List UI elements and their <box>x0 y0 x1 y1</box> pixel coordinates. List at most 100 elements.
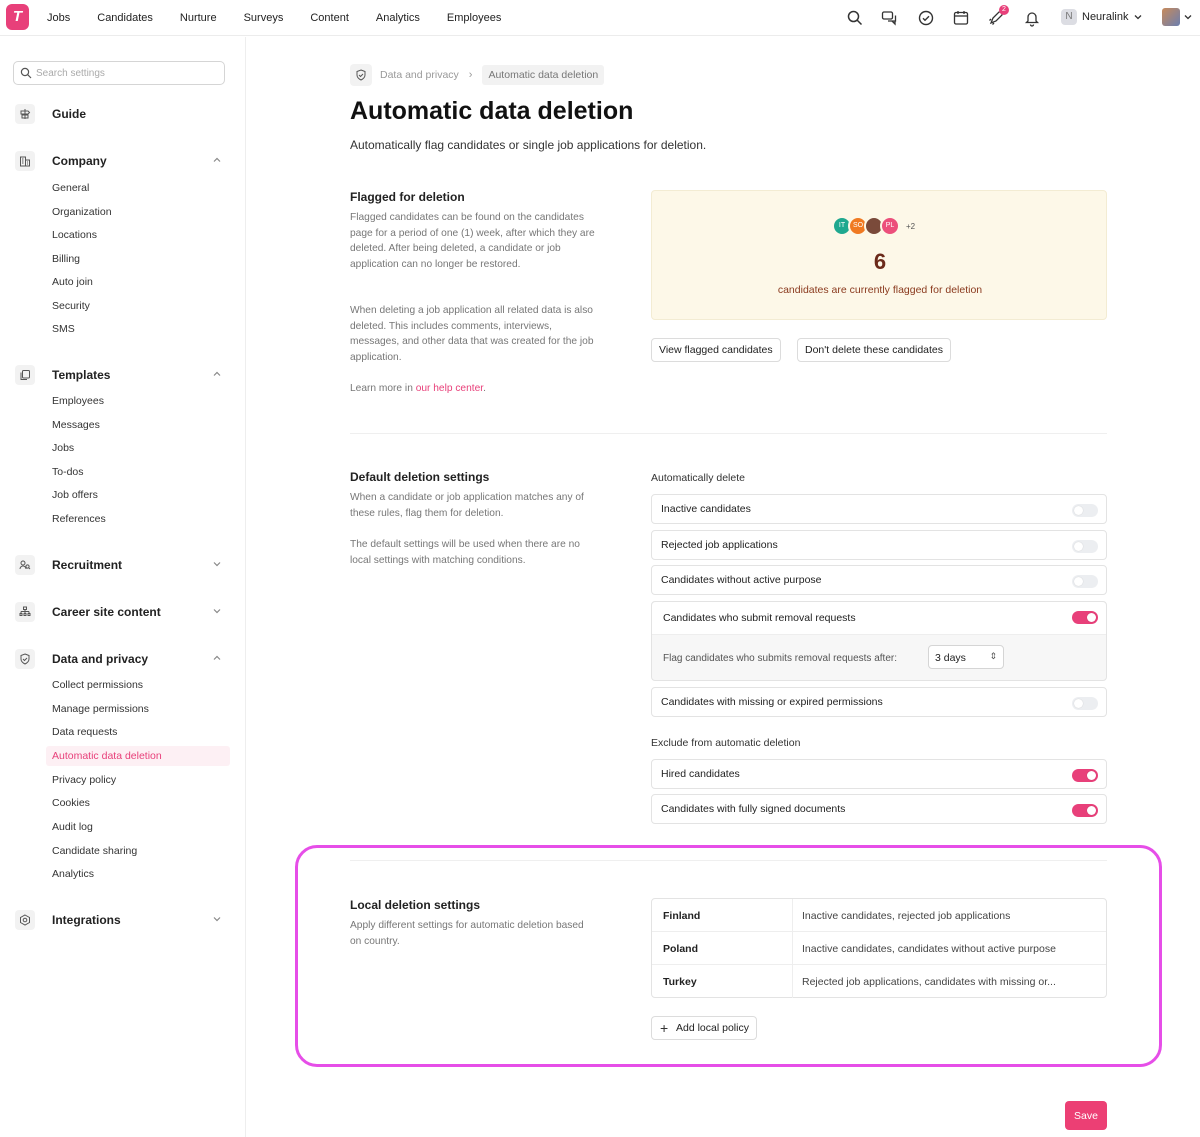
sidebar-guide[interactable]: Guide <box>0 102 246 126</box>
rule-label: Rejected job applications <box>661 539 778 551</box>
default-settings-title: Default deletion settings <box>350 470 490 484</box>
rocket-icon[interactable]: 2 <box>987 5 1009 27</box>
save-button[interactable]: Save <box>1065 1101 1107 1130</box>
nav-links: Jobs Candidates Nurture Surveys Content … <box>47 0 528 36</box>
sidebar-item-security[interactable]: Security <box>46 296 230 316</box>
copy-icon <box>15 365 35 385</box>
rule-rejected-applications: Rejected job applications <box>651 530 1107 560</box>
toggle-removal-requests[interactable] <box>1072 611 1098 624</box>
toggle-signed-documents[interactable] <box>1072 804 1098 817</box>
sidebar-company-header[interactable]: Company <box>0 149 246 173</box>
chat-icon[interactable] <box>881 9 899 27</box>
sidebar-item-templates-references[interactable]: References <box>46 509 230 529</box>
sidebar-item-collect-permissions[interactable]: Collect permissions <box>46 675 230 695</box>
sidebar-item-privacy-policy[interactable]: Privacy policy <box>46 770 230 790</box>
dont-delete-button[interactable]: Don't delete these candidates <box>797 338 952 362</box>
sidebar-item-billing[interactable]: Billing <box>46 249 230 269</box>
chevron-down-icon <box>1135 15 1142 20</box>
sidebar-item-templates-jobs[interactable]: Jobs <box>46 438 230 458</box>
learn-more-suffix: . <box>483 383 486 394</box>
sidebar-item-templates-employees[interactable]: Employees <box>46 391 230 411</box>
removal-delay-value: 3 days <box>935 652 966 664</box>
user-avatar[interactable] <box>1162 8 1180 26</box>
nav-jobs[interactable]: Jobs <box>47 12 70 24</box>
sidebar-item-templates-job-offers[interactable]: Job offers <box>46 485 230 505</box>
toggle-missing-permissions[interactable] <box>1072 697 1098 710</box>
chevron-down-icon[interactable] <box>1183 12 1193 22</box>
search-icon[interactable] <box>846 9 864 27</box>
sidebar-item-templates-messages[interactable]: Messages <box>46 415 230 435</box>
sidebar-item-audit-log[interactable]: Audit log <box>46 817 230 837</box>
sidebar-recruitment[interactable]: Recruitment <box>0 553 246 577</box>
breadcrumb-parent[interactable]: Data and privacy <box>380 69 459 81</box>
sidebar-item-locations[interactable]: Locations <box>46 225 230 245</box>
company-avatar: N <box>1061 9 1077 25</box>
chevron-up-icon <box>213 655 221 660</box>
rule-label: Candidates with missing or expired permi… <box>661 696 883 708</box>
rule-label: Candidates who submit removal requests <box>663 612 856 624</box>
sidebar-item-automatic-data-deletion[interactable]: Automatic data deletion <box>46 746 230 766</box>
sidebar-item-general[interactable]: General <box>46 178 230 198</box>
rule-without-active-purpose: Candidates without active purpose <box>651 565 1107 595</box>
sidebar-item-templates-todos[interactable]: To-dos <box>46 462 230 482</box>
toggle-inactive-candidates[interactable] <box>1072 504 1098 517</box>
integrations-icon <box>15 910 35 930</box>
check-circle-icon[interactable] <box>917 9 935 27</box>
removal-delay-select[interactable]: 3 days ⇕ <box>928 645 1004 669</box>
sidebar-item-manage-permissions[interactable]: Manage permissions <box>46 699 230 719</box>
sidebar-templates-header[interactable]: Templates <box>0 363 246 387</box>
nav-nurture[interactable]: Nurture <box>180 12 217 24</box>
calendar-icon[interactable] <box>952 9 970 27</box>
sidebar-data-privacy-header[interactable]: Data and privacy <box>0 647 246 671</box>
search-icon <box>20 67 32 79</box>
sidebar-item-analytics[interactable]: Analytics <box>46 864 230 884</box>
updown-chevron-icon: ⇕ <box>989 651 997 661</box>
sidebar-item-candidate-sharing[interactable]: Candidate sharing <box>46 841 230 861</box>
avatar-more-count: +2 <box>906 221 916 231</box>
sidebar-integrations[interactable]: Integrations <box>0 908 246 932</box>
nav-surveys[interactable]: Surveys <box>244 12 284 24</box>
nav-content[interactable]: Content <box>310 12 349 24</box>
sidebar-career-site[interactable]: Career site content <box>0 600 246 624</box>
breadcrumb: Data and privacy › Automatic data deleti… <box>350 64 605 86</box>
help-center-link[interactable]: our help center <box>416 383 483 394</box>
sidebar-data-privacy: Data and privacy <box>0 647 246 671</box>
app-logo[interactable]: T <box>6 4 29 30</box>
toggle-hired-candidates[interactable] <box>1072 769 1098 782</box>
divider <box>350 433 1107 434</box>
toggle-without-active-purpose[interactable] <box>1072 575 1098 588</box>
settings-sidebar: Guide Company General Organization Locat… <box>0 37 246 1137</box>
sidebar-item-cookies[interactable]: Cookies <box>46 793 230 813</box>
bell-icon[interactable] <box>1023 9 1041 27</box>
people-search-icon <box>15 555 35 575</box>
flagged-title: Flagged for deletion <box>350 190 465 204</box>
sidebar-item-auto-join[interactable]: Auto join <box>46 272 230 292</box>
building-icon <box>15 151 35 171</box>
flagged-description-2: When deleting a job application all rela… <box>350 305 594 363</box>
chevron-down-icon <box>213 917 221 922</box>
default-settings-description-2: The default settings will be used when t… <box>350 539 580 566</box>
sidebar-company-label: Company <box>52 154 107 168</box>
toggle-rejected-applications[interactable] <box>1072 540 1098 553</box>
nav-candidates[interactable]: Candidates <box>97 12 153 24</box>
search-input[interactable] <box>36 66 216 80</box>
nav-analytics[interactable]: Analytics <box>376 12 420 24</box>
chevron-down-icon <box>213 562 221 567</box>
rule-missing-permissions: Candidates with missing or expired permi… <box>651 687 1107 717</box>
sidebar-item-organization[interactable]: Organization <box>46 202 230 222</box>
learn-more-prefix: Learn more in <box>350 383 416 394</box>
nav-employees[interactable]: Employees <box>447 12 501 24</box>
sidebar-item-data-requests[interactable]: Data requests <box>46 722 230 742</box>
rule-inactive-candidates: Inactive candidates <box>651 494 1107 524</box>
sidebar-data-privacy-label: Data and privacy <box>52 652 149 666</box>
top-navigation: T Jobs Candidates Nurture Surveys Conten… <box>0 0 1200 36</box>
flagged-count-text: candidates are currently flagged for del… <box>777 284 983 296</box>
sidebar-item-sms[interactable]: SMS <box>46 319 230 339</box>
view-flagged-button[interactable]: View flagged candidates <box>651 338 781 362</box>
shield-check-icon <box>15 649 35 669</box>
search-settings[interactable] <box>13 61 225 85</box>
company-switcher[interactable]: N Neuralink <box>1061 9 1143 25</box>
learn-more: Learn more in our help center. <box>350 381 595 397</box>
exclude-label: Exclude from automatic deletion <box>651 737 801 749</box>
exclude-hired-candidates: Hired candidates <box>651 759 1107 789</box>
